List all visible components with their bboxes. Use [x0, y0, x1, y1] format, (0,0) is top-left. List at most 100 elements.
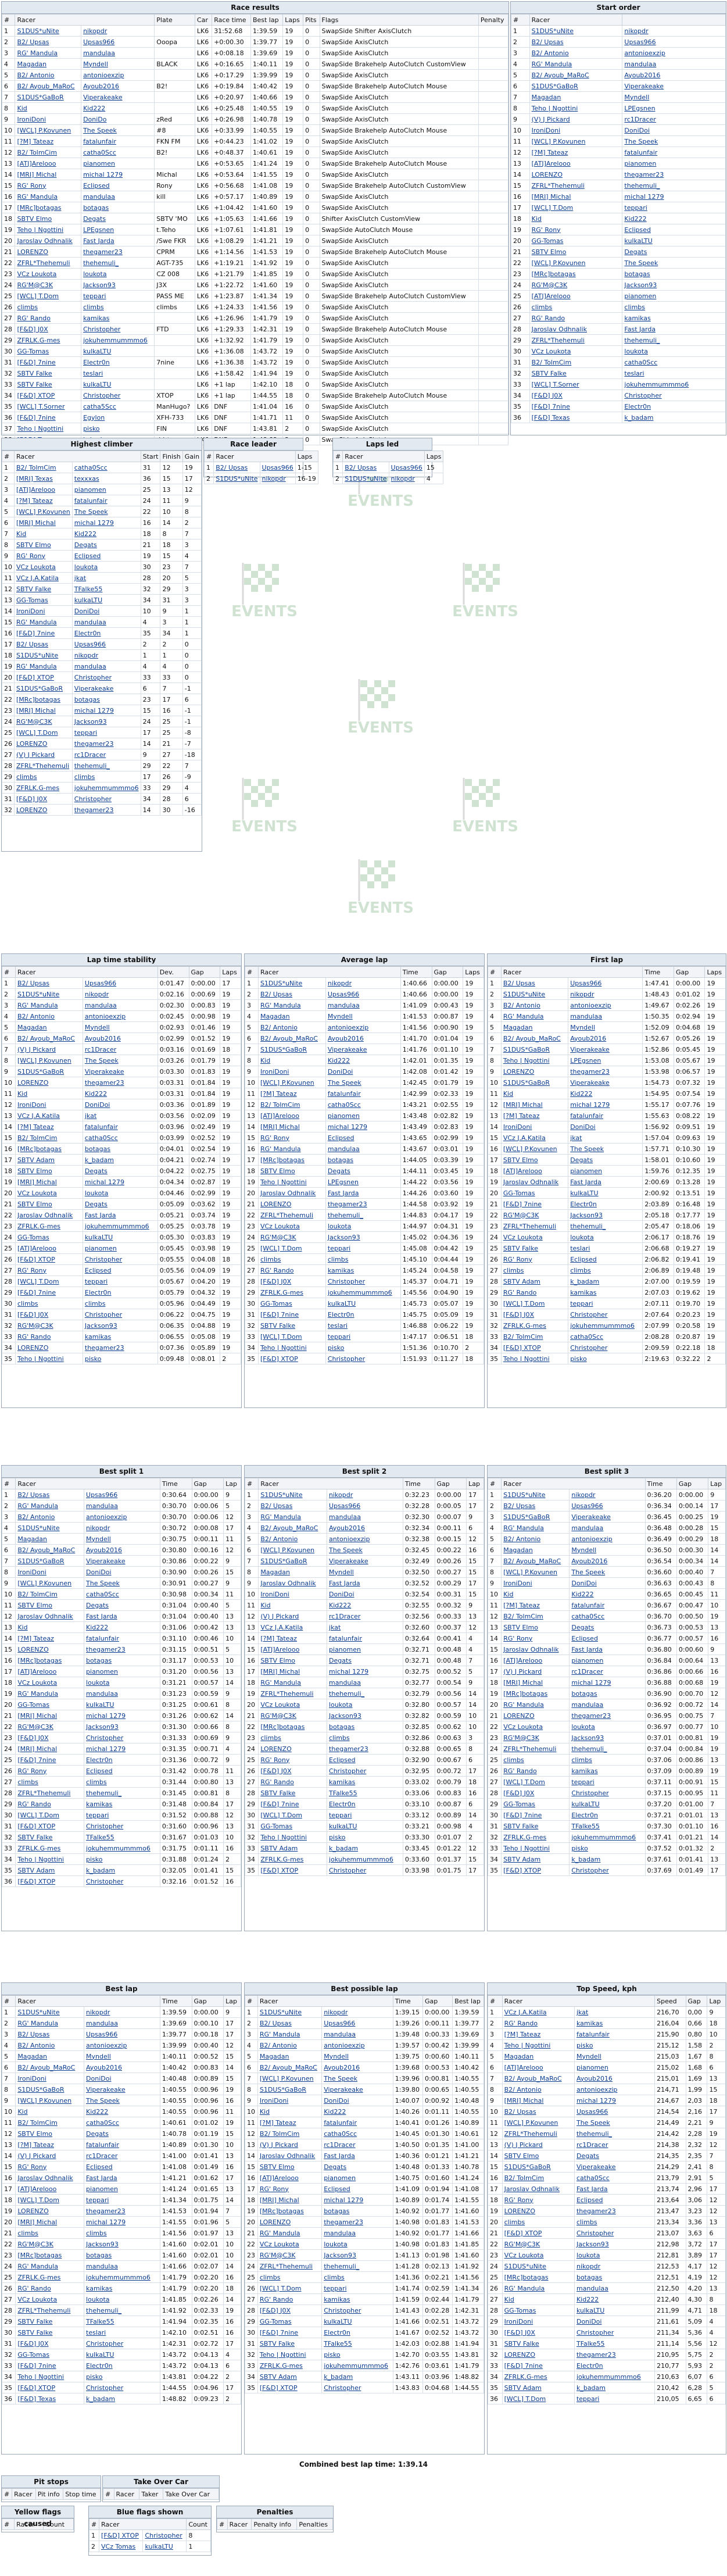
racer-username-link[interactable]: Fast Jarda [84, 1610, 160, 1622]
racer-username-link[interactable]: loukota [569, 1721, 646, 1732]
racer-username-link[interactable]: k_badam [574, 2382, 656, 2393]
racer-username-link[interactable]: kamikas [321, 2293, 393, 2305]
racer-username-link[interactable]: nikopdr [569, 1489, 646, 1500]
racer-name-link[interactable]: Magadan [15, 2050, 85, 2062]
racer-username-link[interactable]: kamikas [84, 1798, 160, 1810]
racer-name-link[interactable]: RG' Rony [15, 1765, 85, 1777]
racer-name-link[interactable]: SBTV Falke [15, 367, 82, 379]
racer-username-link[interactable]: catha0Scc [321, 2128, 393, 2139]
racer-name-link[interactable]: B2/ TolmCim [15, 1132, 83, 1144]
racer-name-link[interactable]: SBTV Falke [501, 1820, 570, 1832]
racer-name-link[interactable]: B2/ Upsas [500, 977, 569, 989]
racer-username-link[interactable]: Myndell [325, 1010, 401, 1022]
racer-username-link[interactable]: pianomen [84, 2183, 160, 2195]
racer-username-link[interactable]: michal 1279 [71, 705, 141, 716]
racer-name-link[interactable]: S1DUS*uNite [213, 473, 260, 484]
racer-username-link[interactable]: Christopher [327, 1765, 403, 1777]
racer-name-link[interactable]: [F&D] XTOP [257, 2382, 323, 2393]
racer-name-link[interactable]: [MRI] Michal [500, 1099, 569, 1110]
racer-username-link[interactable]: mandulaa [569, 1522, 646, 1534]
racer-name-link[interactable]: GG-Tomas [501, 1798, 570, 1810]
racer-name-link[interactable]: [ATJ]Arelooo [15, 2183, 85, 2195]
racer-name-link[interactable]: B2/ Antonio [258, 1533, 328, 1545]
racer-username-link[interactable]: Egylon [81, 412, 155, 423]
racer-name-link[interactable]: SBTV Falke [15, 2327, 85, 2338]
racer-username-link[interactable]: Christopher [321, 2382, 393, 2393]
racer-username-link[interactable]: thehemuli_ [569, 1743, 646, 1755]
racer-name-link[interactable]: S1DUS*GaBoR [529, 80, 623, 92]
racer-username-link[interactable]: antonioexzip [84, 2039, 160, 2051]
racer-name-link[interactable]: Magadan [529, 91, 623, 103]
racer-username-link[interactable]: k_badam [568, 1276, 643, 1287]
racer-username-link[interactable]: Upsas966 [84, 1489, 160, 1500]
racer-username-link[interactable]: Viperakeake [71, 683, 141, 694]
racer-name-link[interactable]: [F&D] XTOP [99, 2529, 144, 2541]
racer-name-link[interactable]: [WCL] T.Sorner [15, 401, 82, 412]
racer-name-link[interactable]: RG' Mandula [529, 58, 623, 70]
racer-username-link[interactable]: loukota [574, 2249, 656, 2261]
racer-username-link[interactable]: Electr0n [622, 401, 726, 412]
racer-name-link[interactable]: (V) J Pickard [257, 2139, 323, 2150]
racer-username-link[interactable]: Christopher [568, 1309, 643, 1320]
racer-name-link[interactable]: VCz J.A.Katila [15, 1110, 83, 1121]
racer-name-link[interactable]: LORENZO [15, 2205, 85, 2217]
racer-name-link[interactable]: RG' Mandula [501, 1699, 570, 1710]
racer-username-link[interactable]: loukota [84, 1677, 160, 1688]
racer-name-link[interactable]: VCz Loukota [501, 1721, 570, 1732]
racer-name-link[interactable]: S1DUS*GaBoR [14, 683, 73, 694]
racer-username-link[interactable]: loukota [321, 2238, 393, 2250]
racer-username-link[interactable]: pianomen [82, 1242, 158, 1254]
racer-name-link[interactable]: Teho | Ngottini [15, 1853, 85, 1865]
racer-name-link[interactable]: S1DUS*uNite [15, 1522, 85, 1534]
racer-username-link[interactable]: climbs [327, 1732, 403, 1743]
racer-name-link[interactable]: [F&D] J0X [258, 1765, 328, 1777]
racer-username-link[interactable]: The Speek [568, 1143, 643, 1155]
racer-name-link[interactable]: B2/ TolmCim [501, 1610, 570, 1622]
racer-name-link[interactable]: [?M] Tateaz [258, 1632, 328, 1644]
racer-name-link[interactable]: climbs [257, 2271, 323, 2283]
racer-username-link[interactable]: Degats [569, 1621, 646, 1633]
racer-username-link[interactable]: Jackson93 [568, 1209, 643, 1221]
racer-username-link[interactable]: fatalunfair [82, 1121, 158, 1132]
racer-username-link[interactable]: Upsas966 [82, 977, 158, 989]
racer-username-link[interactable]: mandulaa [622, 58, 726, 70]
racer-username-link[interactable]: teslari [622, 367, 726, 379]
racer-username-link[interactable]: Viperakeake [84, 1555, 160, 1567]
racer-name-link[interactable]: [F&D] J0X [15, 323, 82, 335]
racer-username-link[interactable]: Christopher [325, 1276, 401, 1287]
racer-username-link[interactable]: Christopher [81, 390, 155, 401]
racer-username-link[interactable]: TFalke55 [327, 1787, 403, 1799]
racer-name-link[interactable]: [MRI] Michal [14, 705, 73, 716]
racer-username-link[interactable]: texxxas [71, 473, 141, 484]
racer-username-link[interactable]: michal 1279 [71, 517, 141, 528]
racer-name-link[interactable]: GG-Tomas [14, 594, 73, 606]
racer-name-link[interactable]: ZFRLK.G-mes [502, 2371, 575, 2382]
racer-username-link[interactable]: jokuhemmummmo6 [321, 2360, 393, 2371]
racer-username-link[interactable]: climbs [574, 2216, 656, 2228]
racer-name-link[interactable]: S1DUS*uNite [257, 977, 326, 989]
racer-username-link[interactable]: DoniDoi [622, 124, 726, 136]
racer-name-link[interactable]: B2/ Ayoub_MaRoC [258, 1522, 328, 1534]
racer-username-link[interactable]: fatalunfair [81, 135, 155, 147]
racer-name-link[interactable]: VCz Loukota [258, 1699, 328, 1710]
racer-name-link[interactable]: ZFRLK.G-mes [14, 782, 73, 794]
racer-username-link[interactable]: thegamer23 [71, 738, 141, 749]
racer-name-link[interactable]: [WCL] T.Dom [258, 1809, 328, 1821]
racer-name-link[interactable]: GG-Tomas [15, 345, 82, 357]
racer-name-link[interactable]: B2/ Upsas [15, 2028, 85, 2040]
racer-name-link[interactable]: RG' Rony [529, 224, 623, 235]
racer-username-link[interactable]: Christopher [84, 1732, 160, 1743]
racer-username-link[interactable]: fatalunfair [71, 495, 141, 506]
racer-name-link[interactable]: ZFRLK.G-mes [257, 2360, 323, 2371]
racer-username-link[interactable]: thehemuli_ [327, 1688, 403, 1699]
racer-name-link[interactable]: [?M] Tateaz [15, 135, 82, 147]
racer-username-link[interactable]: Kid222 [574, 2293, 656, 2305]
racer-name-link[interactable]: VCz J.A.Katila [500, 1132, 569, 1144]
racer-username-link[interactable]: fatalunfair [84, 1632, 160, 1644]
racer-name-link[interactable]: Teho | Ngottini [15, 1353, 83, 1364]
racer-name-link[interactable]: SBTV Elmo [501, 1621, 570, 1633]
racer-username-link[interactable]: DoniDoi [82, 1099, 158, 1110]
racer-name-link[interactable]: [MRc]botagas [502, 2271, 575, 2283]
racer-username-link[interactable]: fatalunfair [568, 1110, 643, 1121]
racer-username-link[interactable]: LPEgsnen [622, 102, 726, 114]
